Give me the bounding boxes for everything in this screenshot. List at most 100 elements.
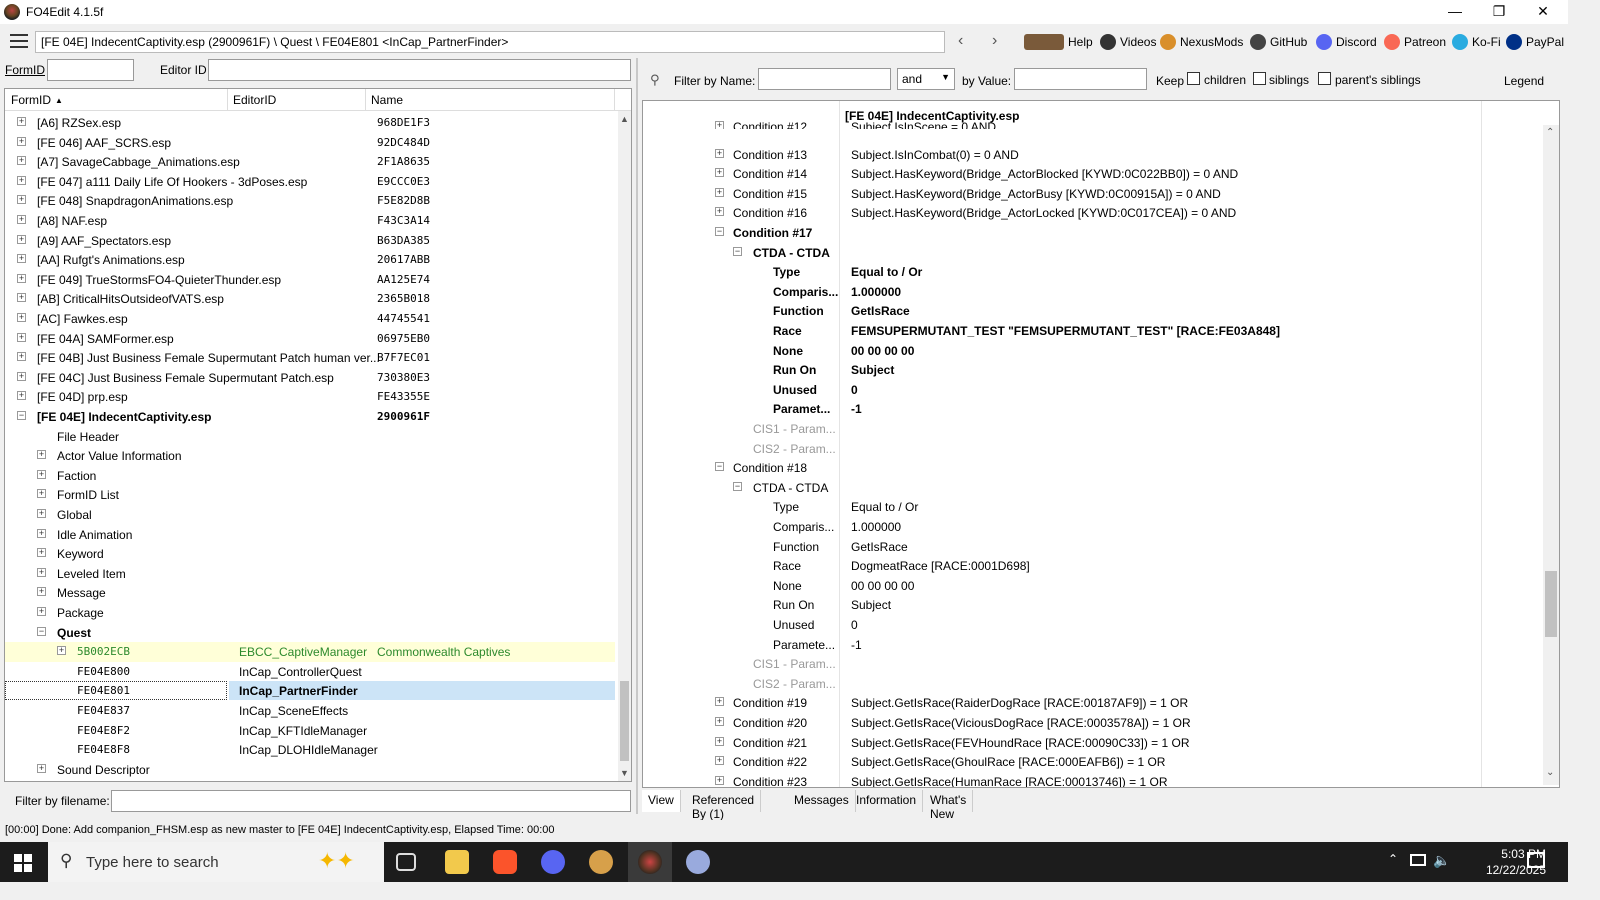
record-row[interactable]: + Condition #20 Subject.GetIsRace(ViciousD…: [643, 713, 1543, 733]
tree-row[interactable]: + [FE 04B] Just Business Female Supermuta…: [5, 348, 615, 368]
expand-icon[interactable]: +: [57, 646, 66, 656]
toplink-github[interactable]: GitHub: [1250, 34, 1307, 50]
record-row[interactable]: Run On Subject: [643, 360, 1543, 380]
tree-row[interactable]: + Idle Animation: [5, 525, 615, 545]
expand-icon[interactable]: +: [715, 168, 724, 178]
file-explorer-icon[interactable]: [445, 850, 469, 874]
tree-row[interactable]: + [FE 047] a111 Daily Life Of Hookers - 3…: [5, 172, 615, 192]
record-row[interactable]: + Condition #21 Subject.GetIsRace(FEVHound…: [643, 733, 1543, 753]
discord-taskbar-icon[interactable]: [541, 850, 565, 874]
record-row[interactable]: Unused 0: [643, 615, 1543, 635]
record-row[interactable]: CIS1 - Param...: [643, 654, 1543, 674]
record-row[interactable]: − CTDA - CTDA: [643, 243, 1543, 263]
expand-icon[interactable]: +: [715, 207, 724, 217]
toplink-patreon[interactable]: Patreon: [1384, 34, 1446, 50]
column-name[interactable]: Name: [371, 93, 403, 107]
tab-what-s-new[interactable]: What's New: [924, 790, 974, 821]
expand-icon[interactable]: +: [17, 234, 26, 244]
collapse-icon[interactable]: −: [17, 411, 26, 420]
record-row[interactable]: Race DogmeatRace [RACE:0001D698]: [643, 556, 1543, 576]
expand-icon[interactable]: +: [715, 697, 724, 707]
tree-row[interactable]: + Leveled Item: [5, 564, 615, 584]
and-or-select[interactable]: and ▼: [897, 68, 955, 90]
scroll-up-icon[interactable]: ⌃: [1546, 127, 1554, 138]
tree-row[interactable]: File Header: [5, 427, 615, 447]
collapse-icon[interactable]: −: [37, 626, 46, 636]
expand-icon[interactable]: +: [17, 215, 26, 224]
expand-icon[interactable]: +: [715, 756, 724, 766]
tree-row[interactable]: + [AB] CriticalHitsOutsideofVATS.esp 2365B…: [5, 289, 615, 309]
expand-icon[interactable]: +: [715, 717, 724, 726]
column-formid[interactable]: FormID: [11, 93, 51, 107]
tree-row[interactable]: + [FE 04D] prp.esp FE43355E: [5, 387, 615, 407]
scroll-thumb[interactable]: [620, 681, 629, 761]
expand-icon[interactable]: +: [17, 391, 26, 401]
tab-referenced-by-1[interactable]: Referenced By (1): [686, 790, 762, 821]
tree-row[interactable]: + [FE 046] AAF_SCRS.esp 92DC484D: [5, 133, 615, 153]
expand-icon[interactable]: +: [17, 273, 26, 283]
tree-row[interactable]: + [AC] Fawkes.esp 44745541: [5, 309, 615, 329]
tab-view[interactable]: View: [642, 790, 681, 812]
tree-row[interactable]: − [FE 04E] IndecentCaptivity.esp 2900961F: [5, 407, 615, 427]
record-view[interactable]: [FE 04E] IndecentCaptivity.esp + Conditio…: [642, 100, 1560, 788]
record-row[interactable]: + Condition #14 Subject.HasKeyword(Bridge_…: [643, 164, 1543, 184]
tree-row[interactable]: + Actor Value Information: [5, 446, 615, 466]
record-row[interactable]: Comparis... 1.000000: [643, 517, 1543, 537]
expand-icon[interactable]: +: [17, 371, 26, 381]
expand-icon[interactable]: +: [37, 763, 46, 773]
tab-information[interactable]: Information: [850, 790, 924, 812]
record-row[interactable]: Function GetIsRace: [643, 301, 1543, 321]
record-row[interactable]: − Condition #17: [643, 223, 1543, 243]
tree-row[interactable]: + [FE 049] TrueStormsFO4-QuieterThunder.e…: [5, 270, 615, 290]
menu-icon[interactable]: [10, 34, 28, 48]
record-row[interactable]: Race FEMSUPERMUTANT_TEST "FEMSUPERMUTANT_…: [643, 321, 1543, 341]
collapse-icon[interactable]: −: [733, 481, 742, 491]
record-scrollbar[interactable]: ⌃ ⌄: [1543, 125, 1559, 785]
back-button[interactable]: ‹: [958, 32, 963, 50]
expand-icon[interactable]: +: [17, 117, 26, 126]
record-row[interactable]: CIS2 - Param...: [643, 674, 1543, 694]
game-taskbar-icon[interactable]: [686, 850, 710, 874]
volume-icon[interactable]: 🔈: [1433, 852, 1450, 869]
record-row[interactable]: − Condition #18: [643, 458, 1543, 478]
tree-row[interactable]: + FormID List: [5, 485, 615, 505]
tree-row[interactable]: FE04E837 InCap_SceneEffects: [5, 701, 615, 721]
expand-icon[interactable]: +: [37, 450, 46, 460]
expand-icon[interactable]: +: [37, 489, 46, 499]
windows-start-icon[interactable]: [14, 854, 32, 872]
expand-icon[interactable]: +: [715, 775, 724, 785]
expand-icon[interactable]: +: [37, 548, 46, 558]
expand-icon[interactable]: +: [37, 607, 46, 616]
app-taskbar-icon[interactable]: [589, 850, 613, 874]
by-value-input[interactable]: [1014, 68, 1147, 90]
toplink-nexusmods[interactable]: NexusMods: [1160, 34, 1243, 50]
record-row[interactable]: + Condition #19 Subject.GetIsRace(RaiderDo…: [643, 693, 1543, 713]
expand-icon[interactable]: +: [715, 187, 724, 197]
scroll-down-icon[interactable]: ▼: [620, 768, 629, 778]
formid-input[interactable]: [47, 59, 134, 81]
record-tree[interactable]: FormID ▲ EditorID Name + [A6] RZSex.esp 96…: [4, 88, 632, 782]
toplink-ko-fi[interactable]: Ko-Fi: [1452, 34, 1501, 50]
tree-row[interactable]: + Package: [5, 603, 615, 623]
tree-row[interactable]: + [AA] Rufgt's Animations.esp 20617ABB: [5, 250, 615, 270]
children-checkbox[interactable]: [1187, 72, 1200, 85]
tree-row[interactable]: +5B002ECB EBCC_CaptiveManager Commonwealth…: [5, 642, 615, 662]
record-row[interactable]: + Condition #23 Subject.GetIsRace(HumanRac…: [643, 772, 1543, 787]
tree-row[interactable]: + [A9] AAF_Spectators.esp B63DA385: [5, 231, 615, 251]
tree-row[interactable]: + [FE 048] SnapdragonAnimations.esp F5E82D…: [5, 191, 615, 211]
tab-messages[interactable]: Messages: [788, 790, 856, 812]
tree-row[interactable]: + [A7] SavageCabbage_Animations.esp 2F1A86…: [5, 152, 615, 172]
record-row[interactable]: Function GetIsRace: [643, 537, 1543, 557]
tree-row[interactable]: FE04E8F2 InCap_KFTIdleManager: [5, 721, 615, 741]
taskbar-search[interactable]: ⚲ Type here to search ✦✦: [48, 842, 384, 882]
toplink-paypal[interactable]: PayPal: [1506, 34, 1564, 50]
expand-icon[interactable]: +: [17, 175, 26, 185]
expand-icon[interactable]: +: [17, 156, 26, 166]
tree-row[interactable]: + [FE 04A] SAMFormer.esp 06975EB0: [5, 329, 615, 349]
record-row[interactable]: + Condition #22 Subject.GetIsRace(GhoulRac…: [643, 752, 1543, 772]
filter-by-name-input[interactable]: [758, 68, 891, 90]
tree-row[interactable]: + Global: [5, 505, 615, 525]
record-row[interactable]: CIS1 - Param...: [643, 419, 1543, 439]
record-row[interactable]: None 00 00 00 00: [643, 576, 1543, 596]
expand-icon[interactable]: +: [37, 587, 46, 597]
